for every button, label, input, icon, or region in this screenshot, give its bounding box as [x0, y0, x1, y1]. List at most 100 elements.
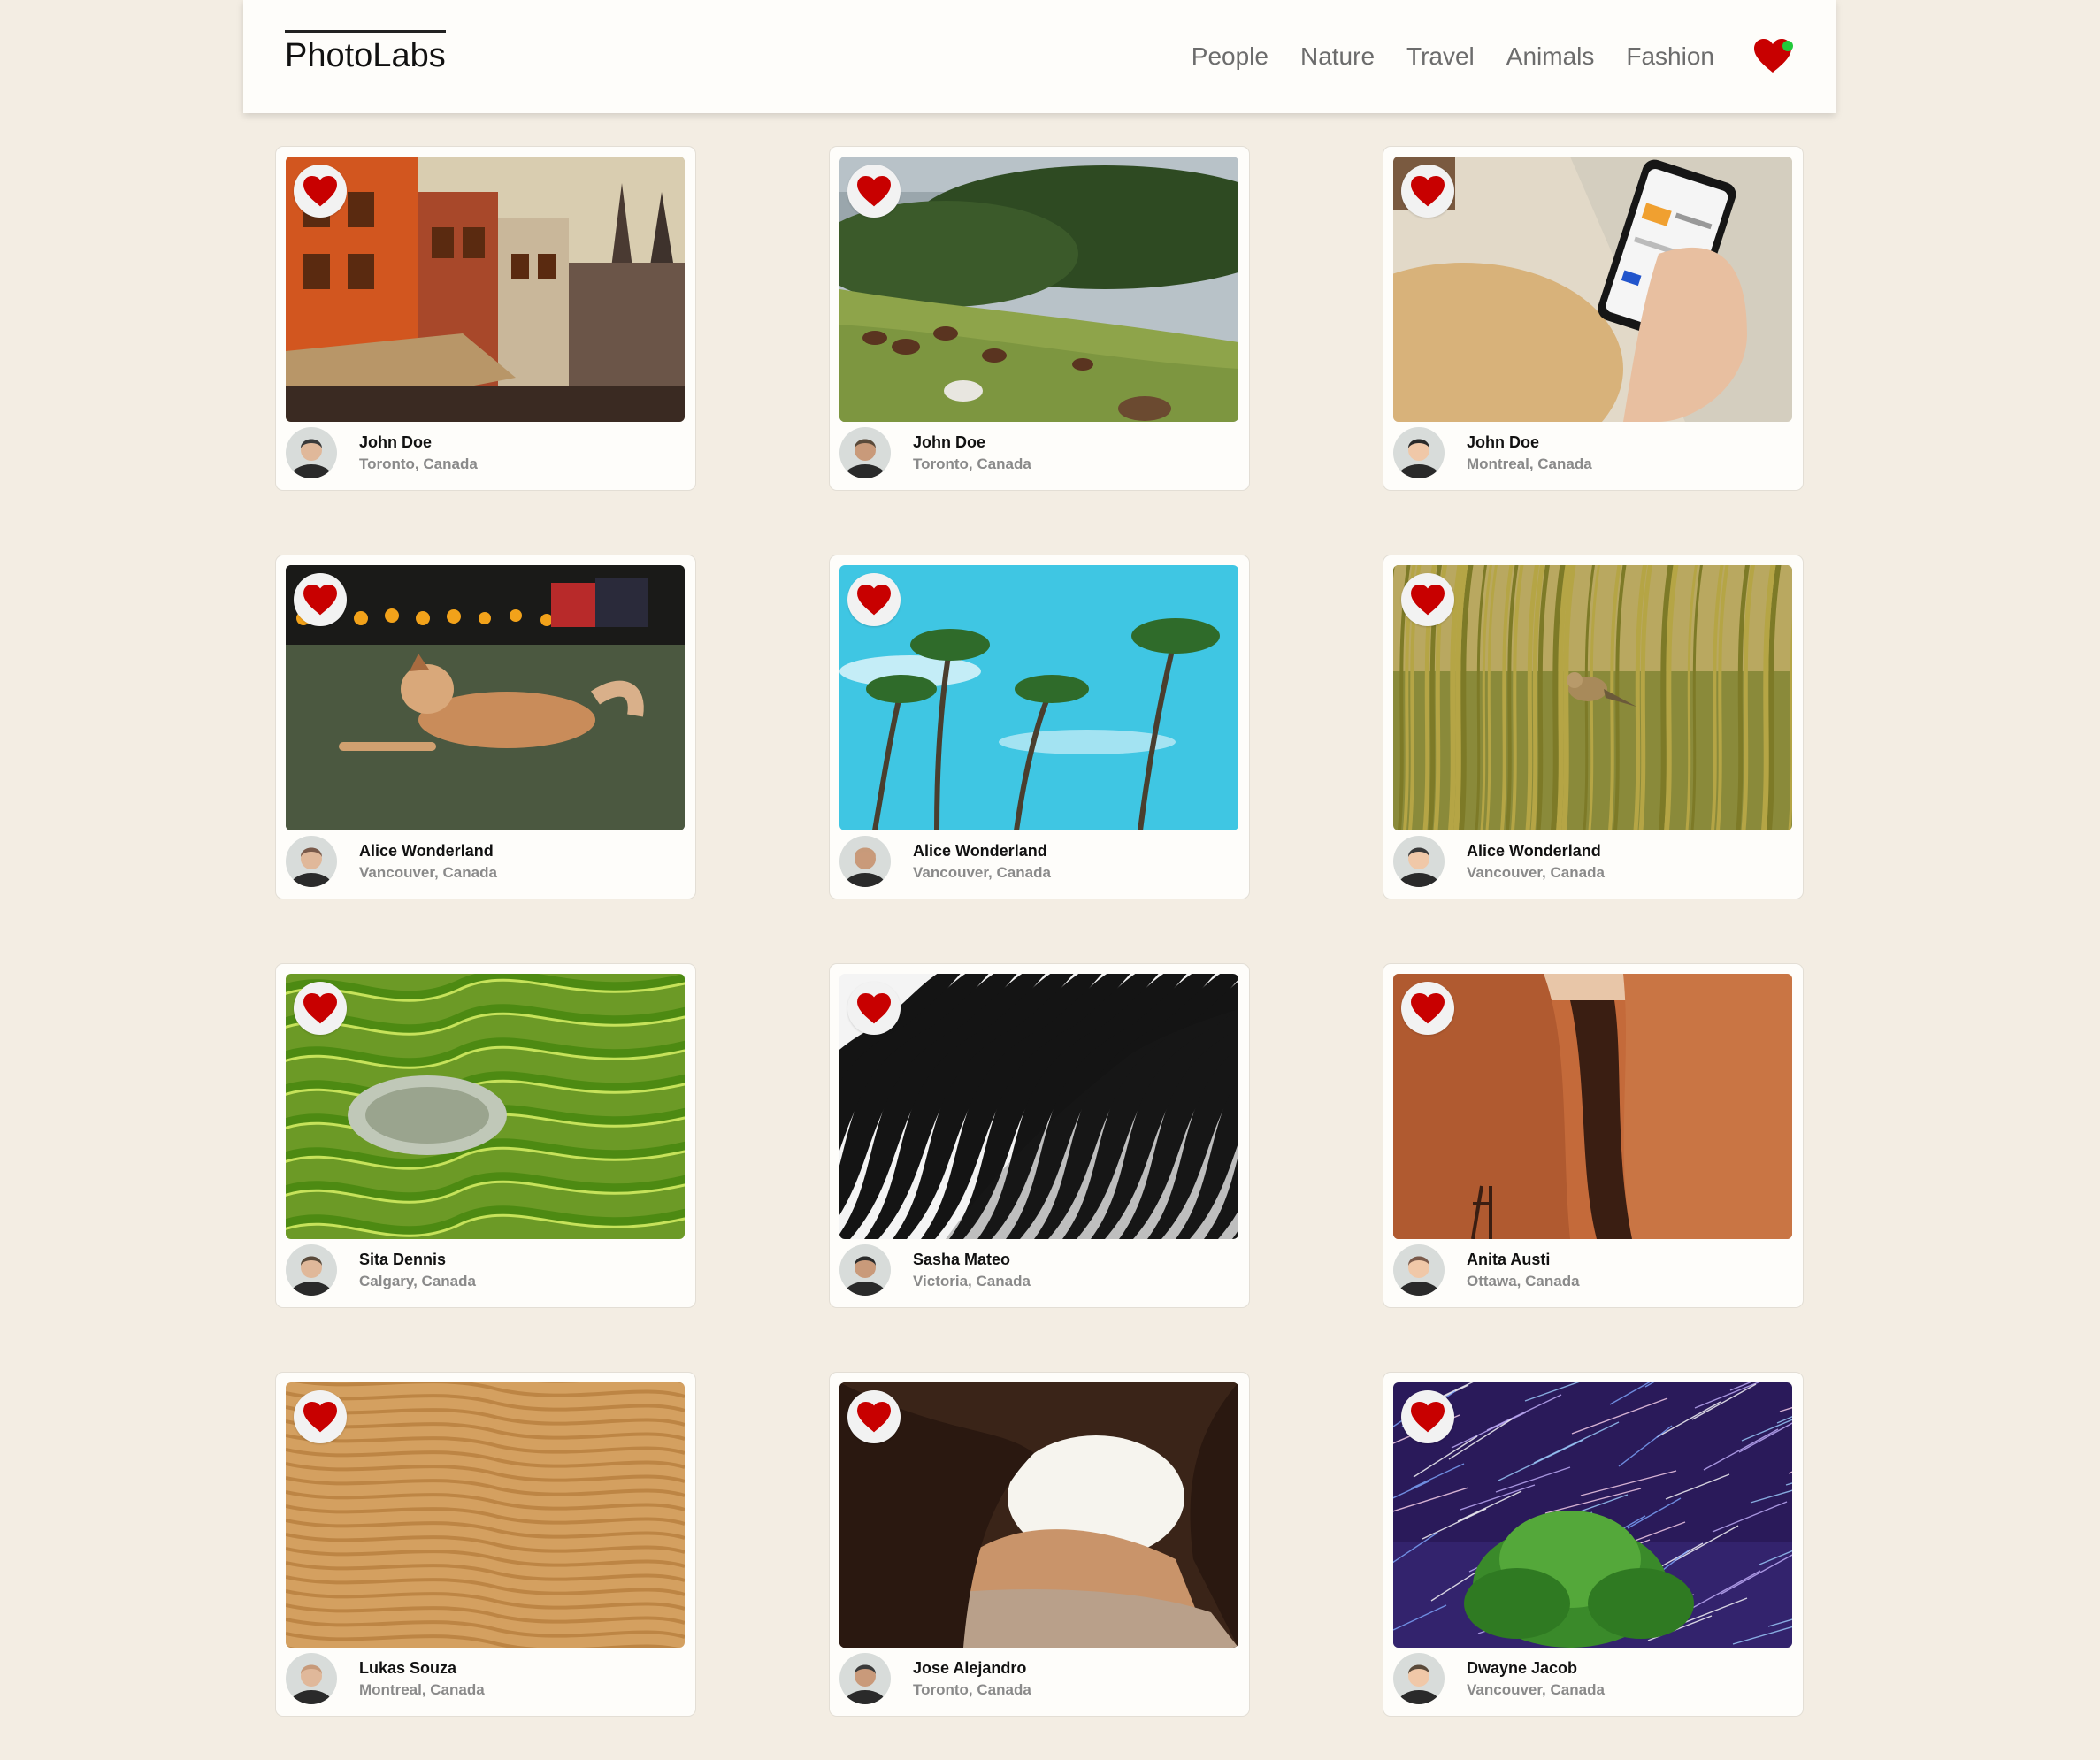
- photo-card[interactable]: Sita Dennis Calgary, Canada: [275, 963, 696, 1308]
- photo-image[interactable]: [1393, 1382, 1792, 1648]
- heart-icon: [303, 992, 338, 1024]
- photo-location: Vancouver, Canada: [359, 864, 497, 881]
- photo-location: Vancouver, Canada: [913, 864, 1051, 881]
- photo-card[interactable]: Alice Wonderland Vancouver, Canada: [829, 555, 1250, 899]
- photographer-name: Alice Wonderland: [913, 842, 1047, 860]
- photo-details: John Doe Montreal, Canada: [1393, 427, 1592, 478]
- photo-card[interactable]: John Doe Montreal, Canada: [1383, 146, 1804, 491]
- photo-card[interactable]: Anita Austi Ottawa, Canada: [1383, 963, 1804, 1308]
- favorites-heart-icon[interactable]: [1752, 37, 1793, 74]
- photographer-name: Dwayne Jacob: [1467, 1659, 1578, 1677]
- photo-details: Alice Wonderland Vancouver, Canada: [286, 836, 497, 887]
- photographer-name: John Doe: [359, 433, 433, 451]
- topic-people[interactable]: People: [1192, 42, 1268, 71]
- photo-image[interactable]: [1393, 157, 1792, 422]
- photo-card[interactable]: Alice Wonderland Vancouver, Canada: [1383, 555, 1804, 899]
- like-button[interactable]: [847, 1390, 901, 1443]
- photographer-name: Alice Wonderland: [359, 842, 494, 860]
- photo-details: Sita Dennis Calgary, Canada: [286, 1244, 476, 1296]
- topic-animals[interactable]: Animals: [1506, 42, 1595, 71]
- photographer-name: Lukas Souza: [359, 1659, 457, 1677]
- avatar: [1393, 1244, 1445, 1296]
- photo-details: Lukas Souza Montreal, Canada: [286, 1653, 485, 1704]
- like-button[interactable]: [847, 165, 901, 218]
- photo-details: Jose Alejandro Toronto, Canada: [839, 1653, 1031, 1704]
- avatar: [286, 836, 337, 887]
- photo-location: Toronto, Canada: [359, 455, 478, 472]
- photo-image[interactable]: [1393, 974, 1792, 1239]
- photo-grid: John Doe Toronto, Canada John Doe Toront…: [275, 146, 1804, 1717]
- photo-location: Toronto, Canada: [913, 1681, 1031, 1698]
- photo-location: Vancouver, Canada: [1467, 864, 1605, 881]
- avatar: [839, 1244, 891, 1296]
- new-favorite-dot: [1782, 41, 1793, 51]
- photo-details: Anita Austi Ottawa, Canada: [1393, 1244, 1580, 1296]
- like-button[interactable]: [1401, 982, 1454, 1035]
- photo-location: Ottawa, Canada: [1467, 1273, 1580, 1289]
- avatar: [286, 427, 337, 478]
- photo-image[interactable]: [1393, 565, 1792, 830]
- like-button[interactable]: [294, 982, 347, 1035]
- like-button[interactable]: [294, 1390, 347, 1443]
- topic-nature[interactable]: Nature: [1300, 42, 1375, 71]
- avatar: [839, 1653, 891, 1704]
- heart-icon: [856, 584, 892, 616]
- avatar: [286, 1244, 337, 1296]
- heart-icon: [856, 992, 892, 1024]
- photo-card[interactable]: Sasha Mateo Victoria, Canada: [829, 963, 1250, 1308]
- photo-details: Dwayne Jacob Vancouver, Canada: [1393, 1653, 1605, 1704]
- heart-icon: [303, 584, 338, 616]
- photo-location: Calgary, Canada: [359, 1273, 476, 1289]
- photo-image[interactable]: [839, 565, 1238, 830]
- photo-image[interactable]: [839, 1382, 1238, 1648]
- photo-image[interactable]: [839, 974, 1238, 1239]
- photographer-name: Sita Dennis: [359, 1251, 447, 1268]
- photo-location: Toronto, Canada: [913, 455, 1031, 472]
- photo-details: John Doe Toronto, Canada: [286, 427, 478, 478]
- avatar: [839, 836, 891, 887]
- photo-image[interactable]: [839, 157, 1238, 422]
- photographer-name: Sasha Mateo: [913, 1251, 1011, 1268]
- app-logo[interactable]: PhotoLabs: [285, 30, 446, 75]
- photographer-name: John Doe: [1467, 433, 1540, 451]
- photo-image[interactable]: [286, 157, 685, 422]
- photo-image[interactable]: [286, 1382, 685, 1648]
- photo-location: Montreal, Canada: [359, 1681, 485, 1698]
- heart-icon: [856, 175, 892, 207]
- photo-card[interactable]: Dwayne Jacob Vancouver, Canada: [1383, 1372, 1804, 1717]
- like-button[interactable]: [1401, 1390, 1454, 1443]
- heart-icon: [1410, 1401, 1445, 1433]
- heart-icon: [856, 1401, 892, 1433]
- like-button[interactable]: [847, 573, 901, 626]
- topic-fashion[interactable]: Fashion: [1626, 42, 1714, 71]
- like-button[interactable]: [294, 573, 347, 626]
- avatar: [1393, 427, 1445, 478]
- photo-card[interactable]: Jose Alejandro Toronto, Canada: [829, 1372, 1250, 1717]
- photo-location: Victoria, Canada: [913, 1273, 1031, 1289]
- photographer-name: Jose Alejandro: [913, 1659, 1027, 1677]
- photographer-name: Alice Wonderland: [1467, 842, 1601, 860]
- photo-details: Sasha Mateo Victoria, Canada: [839, 1244, 1031, 1296]
- top-nav-bar: PhotoLabs People Nature Travel Animals F…: [243, 0, 1836, 113]
- photo-image[interactable]: [286, 565, 685, 830]
- photo-card[interactable]: Alice Wonderland Vancouver, Canada: [275, 555, 696, 899]
- photo-card[interactable]: Lukas Souza Montreal, Canada: [275, 1372, 696, 1717]
- photo-card[interactable]: John Doe Toronto, Canada: [829, 146, 1250, 491]
- like-button[interactable]: [1401, 165, 1454, 218]
- topic-travel[interactable]: Travel: [1406, 42, 1475, 71]
- heart-icon: [1410, 992, 1445, 1024]
- photographer-name: Anita Austi: [1467, 1251, 1551, 1268]
- like-button[interactable]: [294, 165, 347, 218]
- photo-details: Alice Wonderland Vancouver, Canada: [839, 836, 1051, 887]
- photo-details: John Doe Toronto, Canada: [839, 427, 1031, 478]
- topic-list: People Nature Travel Animals Fashion: [1192, 0, 1714, 113]
- photo-card[interactable]: John Doe Toronto, Canada: [275, 146, 696, 491]
- avatar: [1393, 836, 1445, 887]
- photo-location: Montreal, Canada: [1467, 455, 1592, 472]
- avatar: [839, 427, 891, 478]
- like-button[interactable]: [847, 982, 901, 1035]
- like-button[interactable]: [1401, 573, 1454, 626]
- photo-location: Vancouver, Canada: [1467, 1681, 1605, 1698]
- avatar: [1393, 1653, 1445, 1704]
- photo-image[interactable]: [286, 974, 685, 1239]
